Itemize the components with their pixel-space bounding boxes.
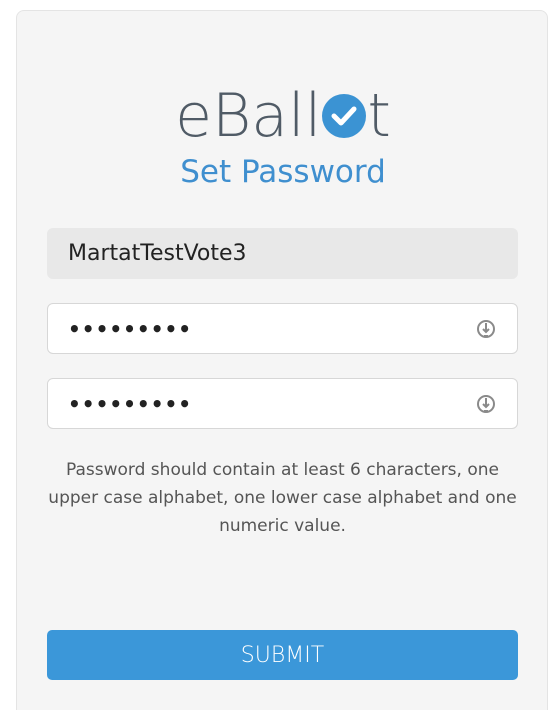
submit-button[interactable]: SUBMIT — [47, 630, 518, 680]
username-field: MartatTestVote3 — [47, 228, 518, 279]
password-masked-value: ••••••••• — [68, 316, 193, 341]
logo-text-suffix: t — [367, 81, 391, 151]
eye-toggle-icon[interactable] — [475, 393, 497, 415]
logo-text-prefix: eBall — [175, 81, 322, 151]
confirm-password-masked-value: ••••••••• — [68, 391, 193, 416]
username-value: MartatTestVote3 — [68, 241, 247, 266]
check-circle-icon — [322, 94, 367, 138]
eye-toggle-icon[interactable] — [475, 318, 497, 340]
page-title: Set Password — [180, 154, 386, 190]
set-password-card: eBall t Set Password MartatTestVote3 ••••… — [16, 10, 548, 710]
confirm-password-input[interactable]: ••••••••• — [47, 378, 518, 429]
eballot-logo: eBall t — [17, 81, 549, 151]
password-input[interactable]: ••••••••• — [47, 303, 518, 354]
password-requirements-hint: Password should contain at least 6 chara… — [48, 460, 517, 536]
